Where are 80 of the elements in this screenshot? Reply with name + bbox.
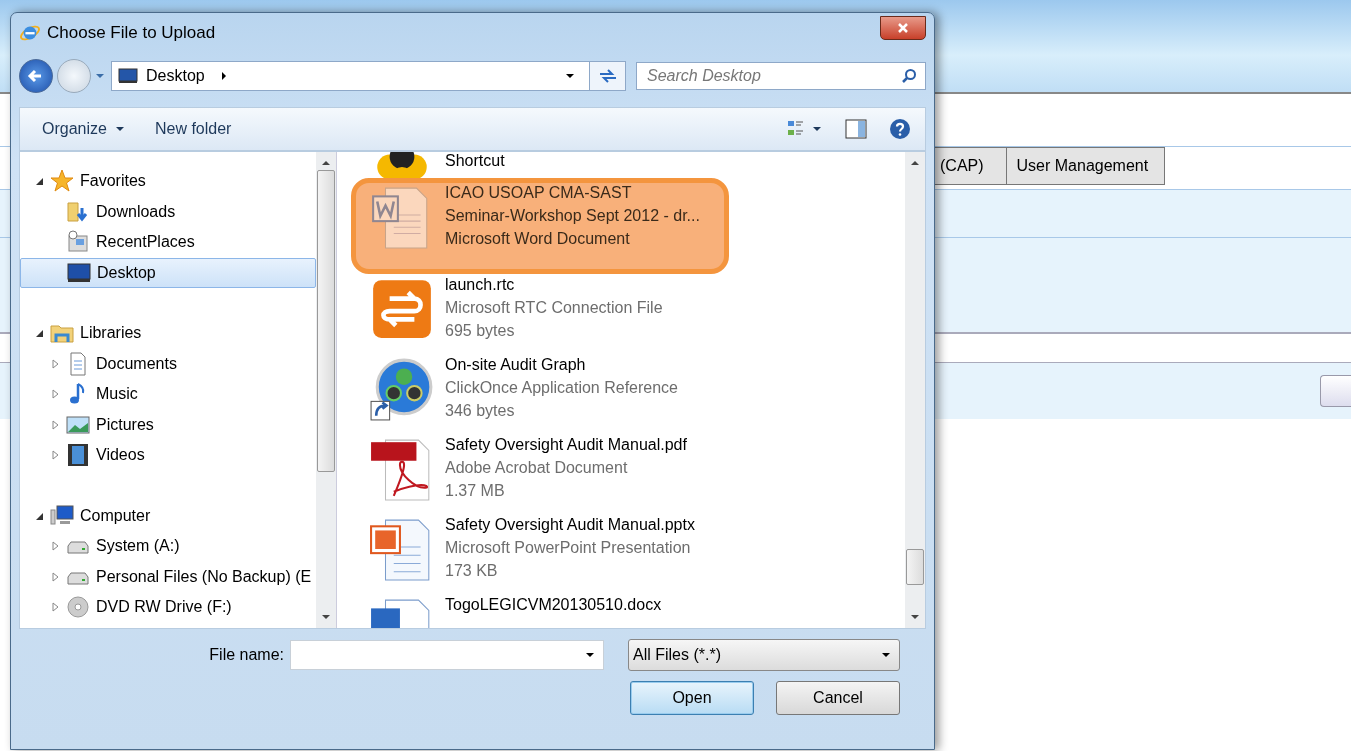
expander-icon[interactable] <box>34 176 44 187</box>
new-folder-button[interactable]: New folder <box>148 116 238 142</box>
back-button[interactable] <box>19 59 53 93</box>
scroll-up-icon[interactable] <box>910 160 920 166</box>
downloads-icon <box>66 199 90 224</box>
close-icon <box>897 22 909 34</box>
file-type-dropdown[interactable]: All Files (*.*) <box>628 639 900 671</box>
expander-icon[interactable] <box>34 328 44 339</box>
tree-item[interactable]: Libraries <box>20 318 316 349</box>
dvd-icon <box>66 595 90 620</box>
refresh-arrows-icon <box>597 68 618 84</box>
tree-item[interactable]: Pictures <box>20 409 316 440</box>
file-item[interactable]: Safety Oversight Audit Manual.pdf Adobe Acrobat Document 1.37 MB <box>341 434 905 514</box>
cancel-button[interactable]: Cancel <box>776 681 900 715</box>
file-name-label: File name: <box>209 646 284 664</box>
search-field[interactable]: Search Desktop <box>645 66 899 86</box>
scrollbar[interactable] <box>316 152 336 628</box>
search-box[interactable]: Search Desktop <box>636 62 926 90</box>
file-name: On-site Audit Graph <box>445 355 587 375</box>
clickonce-file-icon <box>369 356 435 422</box>
file-detail: Microsoft PowerPoint Presentation <box>445 538 692 558</box>
file-detail: 346 bytes <box>445 401 516 421</box>
desktop-icon <box>67 260 91 285</box>
chevron-right-icon <box>220 71 227 81</box>
address-bar[interactable]: Desktop <box>111 61 626 91</box>
page-button[interactable] <box>1320 375 1351 407</box>
file-name-field[interactable] <box>290 640 604 670</box>
help-icon <box>889 118 911 140</box>
tree-item[interactable]: Music <box>20 379 316 410</box>
scroll-down-icon[interactable] <box>910 614 920 620</box>
tree-item[interactable]: Favorites <box>20 166 316 197</box>
tree-item[interactable]: DVD RW Drive (F:) <box>20 592 316 623</box>
file-detail: 173 KB <box>445 561 499 581</box>
file-detail: ClickOnce Application Reference <box>445 378 678 398</box>
refresh-button[interactable] <box>589 62 625 90</box>
scroll-down-icon[interactable] <box>321 614 331 620</box>
computer-icon <box>50 503 74 528</box>
close-button[interactable] <box>880 16 926 40</box>
tree-item[interactable]: RecentPlaces <box>20 227 316 258</box>
file-detail: Seminar-Workshop Sept 2012 - dr... <box>445 206 700 226</box>
file-name: Safety Oversight Audit Manual.pptx <box>445 515 695 535</box>
scroll-thumb[interactable] <box>906 548 924 585</box>
organize-menu[interactable]: Organize <box>36 116 131 142</box>
file-name: Shortcut <box>445 152 505 171</box>
preview-pane-button[interactable] <box>843 117 869 141</box>
dropdown-caret-icon[interactable] <box>585 652 595 658</box>
tree-item[interactable]: System (A:) <box>20 531 316 562</box>
file-item[interactable]: On-site Audit Graph ClickOnce Application Reference 346 bytes <box>341 354 905 434</box>
file-item[interactable]: Safety Oversight Audit Manual.pptx Microsoft PowerPoint Presentation 173 KB <box>341 514 905 594</box>
dropdown-caret-icon <box>565 73 575 79</box>
file-detail: 695 bytes <box>445 321 516 341</box>
dropdown-caret-icon <box>881 652 891 658</box>
videos-icon <box>66 443 90 468</box>
file-name: ICAO USOAP CMA-SAST <box>445 183 633 203</box>
file-name: Safety Oversight Audit Manual.pdf <box>445 435 687 455</box>
open-button[interactable]: Open <box>630 681 754 715</box>
help-button[interactable] <box>887 116 913 142</box>
tree-item[interactable]: Desktop <box>20 257 316 288</box>
star-icon <box>50 169 74 194</box>
tree-item[interactable]: Documents <box>20 348 316 379</box>
tree-item[interactable]: Computer <box>20 500 316 531</box>
file-detail: Microsoft RTC Connection File <box>445 298 663 318</box>
file-detail: Microsoft Word Document <box>445 229 631 249</box>
scroll-up-icon[interactable] <box>321 160 331 166</box>
page-tab[interactable]: User Management <box>1005 147 1166 185</box>
file-name: launch.rtc <box>445 275 516 295</box>
scroll-thumb[interactable] <box>317 170 335 472</box>
pane-icon <box>845 119 867 139</box>
file-detail: Adobe Acrobat Document <box>445 458 629 478</box>
file-item[interactable]: launch.rtc Microsoft RTC Connection File 695 bytes <box>341 274 905 354</box>
scrollbar[interactable] <box>905 152 925 628</box>
recent-icon <box>66 230 90 255</box>
caret-icon <box>114 126 125 132</box>
tree-item[interactable]: Downloads <box>20 196 316 227</box>
window-title: Choose File to Upload <box>47 23 217 43</box>
tree-item[interactable]: Videos <box>20 440 316 471</box>
file-detail: 1.37 MB <box>445 481 506 501</box>
file-name: TogoLEGICVM20130510.docx <box>445 595 662 615</box>
monitor-icon <box>118 68 138 84</box>
tree-item[interactable]: Personal Files (No Backup) (E <box>20 561 316 592</box>
